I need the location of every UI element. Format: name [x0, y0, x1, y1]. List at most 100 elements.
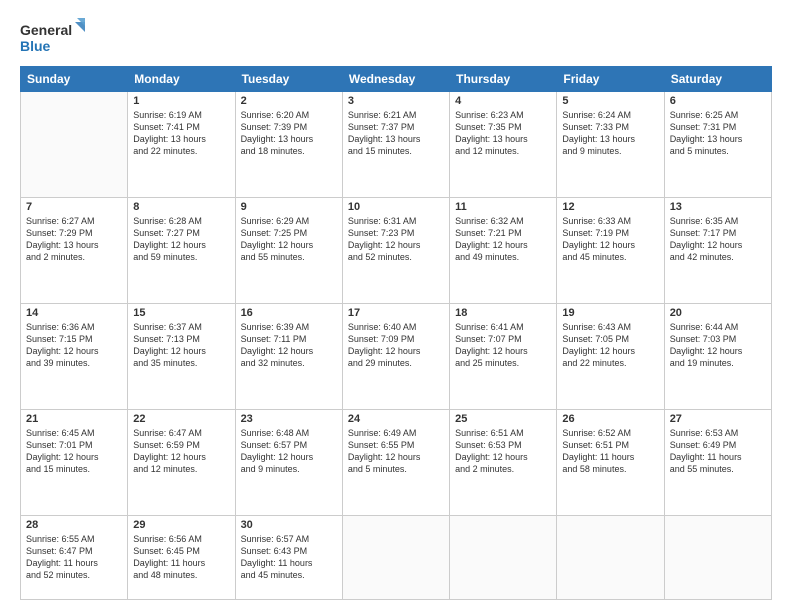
day-info: Sunrise: 6:33 AM Sunset: 7:19 PM Dayligh…: [562, 215, 658, 264]
calendar-week-row: 28Sunrise: 6:55 AM Sunset: 6:47 PM Dayli…: [21, 515, 772, 599]
logo: General Blue: [20, 18, 85, 56]
day-info: Sunrise: 6:53 AM Sunset: 6:49 PM Dayligh…: [670, 427, 766, 476]
calendar-cell: 27 Sunrise: 6:53 AM Sunset: 6:49 PM Dayli…: [664, 409, 771, 515]
calendar-cell: 5Sunrise: 6:24 AM Sunset: 7:33 PM Daylig…: [557, 92, 664, 198]
calendar-cell: 4 Sunrise: 6:23 AM Sunset: 7:35 PM Daylig…: [450, 92, 557, 198]
calendar-cell: 30 Sunrise: 6:57 AM Sunset: 6:43 PM Dayli…: [235, 515, 342, 599]
day-info: Sunrise: 6:39 AM Sunset: 7:11 PM Dayligh…: [241, 321, 337, 370]
calendar-cell: 10Sunrise: 6:31 AM Sunset: 7:23 PM Dayli…: [342, 197, 449, 303]
day-number: 4: [455, 95, 551, 107]
weekday-header-cell: Thursday: [450, 67, 557, 92]
calendar-cell: 28Sunrise: 6:55 AM Sunset: 6:47 PM Dayli…: [21, 515, 128, 599]
svg-text:General: General: [20, 22, 72, 38]
day-number: 15: [133, 307, 229, 319]
calendar-cell: 12Sunrise: 6:33 AM Sunset: 7:19 PM Dayli…: [557, 197, 664, 303]
calendar-table: SundayMondayTuesdayWednesdayThursdayFrid…: [20, 66, 772, 600]
day-info: Sunrise: 6:57 AM Sunset: 6:43 PM Dayligh…: [241, 533, 337, 582]
day-number: 24: [348, 413, 444, 425]
day-number: 8: [133, 201, 229, 213]
day-number: 25: [455, 413, 551, 425]
calendar-cell: [664, 515, 771, 599]
day-info: Sunrise: 6:49 AM Sunset: 6:55 PM Dayligh…: [348, 427, 444, 476]
calendar-cell: 21 Sunrise: 6:45 AM Sunset: 7:01 PM Dayli…: [21, 409, 128, 515]
day-number: 14: [26, 307, 122, 319]
day-info: Sunrise: 6:48 AM Sunset: 6:57 PM Dayligh…: [241, 427, 337, 476]
day-number: 21: [26, 413, 122, 425]
day-number: 3: [348, 95, 444, 107]
day-info: Sunrise: 6:25 AM Sunset: 7:31 PM Dayligh…: [670, 109, 766, 158]
day-number: 6: [670, 95, 766, 107]
day-number: 10: [348, 201, 444, 213]
weekday-header-cell: Tuesday: [235, 67, 342, 92]
day-number: 29: [133, 519, 229, 531]
calendar-week-row: 1 Sunrise: 6:19 AM Sunset: 7:41 PM Daylig…: [21, 92, 772, 198]
calendar-cell: 13 Sunrise: 6:35 AM Sunset: 7:17 PM Dayli…: [664, 197, 771, 303]
day-number: 30: [241, 519, 337, 531]
day-info: Sunrise: 6:27 AM Sunset: 7:29 PM Dayligh…: [26, 215, 122, 264]
weekday-header-cell: Saturday: [664, 67, 771, 92]
calendar-cell: 7 Sunrise: 6:27 AM Sunset: 7:29 PM Daylig…: [21, 197, 128, 303]
calendar-cell: 24 Sunrise: 6:49 AM Sunset: 6:55 PM Dayli…: [342, 409, 449, 515]
day-number: 27: [670, 413, 766, 425]
calendar-cell: 25 Sunrise: 6:51 AM Sunset: 6:53 PM Dayli…: [450, 409, 557, 515]
day-number: 13: [670, 201, 766, 213]
calendar-cell: [342, 515, 449, 599]
day-info: Sunrise: 6:21 AM Sunset: 7:37 PM Dayligh…: [348, 109, 444, 158]
weekday-header-cell: Wednesday: [342, 67, 449, 92]
day-info: Sunrise: 6:51 AM Sunset: 6:53 PM Dayligh…: [455, 427, 551, 476]
calendar-body: 1 Sunrise: 6:19 AM Sunset: 7:41 PM Daylig…: [21, 92, 772, 600]
day-info: Sunrise: 6:28 AM Sunset: 7:27 PM Dayligh…: [133, 215, 229, 264]
day-number: 16: [241, 307, 337, 319]
day-info: Sunrise: 6:45 AM Sunset: 7:01 PM Dayligh…: [26, 427, 122, 476]
weekday-header-row: SundayMondayTuesdayWednesdayThursdayFrid…: [21, 67, 772, 92]
day-info: Sunrise: 6:20 AM Sunset: 7:39 PM Dayligh…: [241, 109, 337, 158]
day-info: Sunrise: 6:35 AM Sunset: 7:17 PM Dayligh…: [670, 215, 766, 264]
calendar-cell: 26 Sunrise: 6:52 AM Sunset: 6:51 PM Dayli…: [557, 409, 664, 515]
day-number: 20: [670, 307, 766, 319]
calendar-cell: [21, 92, 128, 198]
calendar-cell: 20 Sunrise: 6:44 AM Sunset: 7:03 PM Dayli…: [664, 303, 771, 409]
calendar-cell: 1 Sunrise: 6:19 AM Sunset: 7:41 PM Daylig…: [128, 92, 235, 198]
weekday-header-cell: Monday: [128, 67, 235, 92]
svg-text:Blue: Blue: [20, 38, 51, 54]
day-number: 18: [455, 307, 551, 319]
weekday-header-cell: Sunday: [21, 67, 128, 92]
day-info: Sunrise: 6:37 AM Sunset: 7:13 PM Dayligh…: [133, 321, 229, 370]
calendar-cell: 9Sunrise: 6:29 AM Sunset: 7:25 PM Daylig…: [235, 197, 342, 303]
day-info: Sunrise: 6:32 AM Sunset: 7:21 PM Dayligh…: [455, 215, 551, 264]
day-number: 17: [348, 307, 444, 319]
calendar-cell: 15 Sunrise: 6:37 AM Sunset: 7:13 PM Dayli…: [128, 303, 235, 409]
day-number: 23: [241, 413, 337, 425]
day-info: Sunrise: 6:44 AM Sunset: 7:03 PM Dayligh…: [670, 321, 766, 370]
calendar-cell: 23 Sunrise: 6:48 AM Sunset: 6:57 PM Dayli…: [235, 409, 342, 515]
calendar-cell: 18 Sunrise: 6:41 AM Sunset: 7:07 PM Dayli…: [450, 303, 557, 409]
day-info: Sunrise: 6:19 AM Sunset: 7:41 PM Dayligh…: [133, 109, 229, 158]
calendar-cell: [557, 515, 664, 599]
day-number: 26: [562, 413, 658, 425]
day-number: 11: [455, 201, 551, 213]
header: General Blue: [20, 18, 772, 56]
calendar-week-row: 21 Sunrise: 6:45 AM Sunset: 7:01 PM Dayli…: [21, 409, 772, 515]
day-number: 7: [26, 201, 122, 213]
day-info: Sunrise: 6:56 AM Sunset: 6:45 PM Dayligh…: [133, 533, 229, 582]
day-info: Sunrise: 6:43 AM Sunset: 7:05 PM Dayligh…: [562, 321, 658, 370]
day-number: 19: [562, 307, 658, 319]
calendar-cell: 6 Sunrise: 6:25 AM Sunset: 7:31 PM Daylig…: [664, 92, 771, 198]
calendar-cell: 19 Sunrise: 6:43 AM Sunset: 7:05 PM Dayli…: [557, 303, 664, 409]
day-number: 9: [241, 201, 337, 213]
day-info: Sunrise: 6:55 AM Sunset: 6:47 PM Dayligh…: [26, 533, 122, 582]
calendar-cell: 16 Sunrise: 6:39 AM Sunset: 7:11 PM Dayli…: [235, 303, 342, 409]
calendar-cell: 8 Sunrise: 6:28 AM Sunset: 7:27 PM Daylig…: [128, 197, 235, 303]
day-number: 1: [133, 95, 229, 107]
day-number: 22: [133, 413, 229, 425]
day-info: Sunrise: 6:52 AM Sunset: 6:51 PM Dayligh…: [562, 427, 658, 476]
day-info: Sunrise: 6:23 AM Sunset: 7:35 PM Dayligh…: [455, 109, 551, 158]
calendar-cell: 22Sunrise: 6:47 AM Sunset: 6:59 PM Dayli…: [128, 409, 235, 515]
calendar-cell: 2Sunrise: 6:20 AM Sunset: 7:39 PM Daylig…: [235, 92, 342, 198]
day-info: Sunrise: 6:41 AM Sunset: 7:07 PM Dayligh…: [455, 321, 551, 370]
weekday-header-cell: Friday: [557, 67, 664, 92]
calendar-week-row: 7 Sunrise: 6:27 AM Sunset: 7:29 PM Daylig…: [21, 197, 772, 303]
calendar-cell: [450, 515, 557, 599]
day-info: Sunrise: 6:40 AM Sunset: 7:09 PM Dayligh…: [348, 321, 444, 370]
generalblue-logo: General Blue: [20, 18, 85, 56]
